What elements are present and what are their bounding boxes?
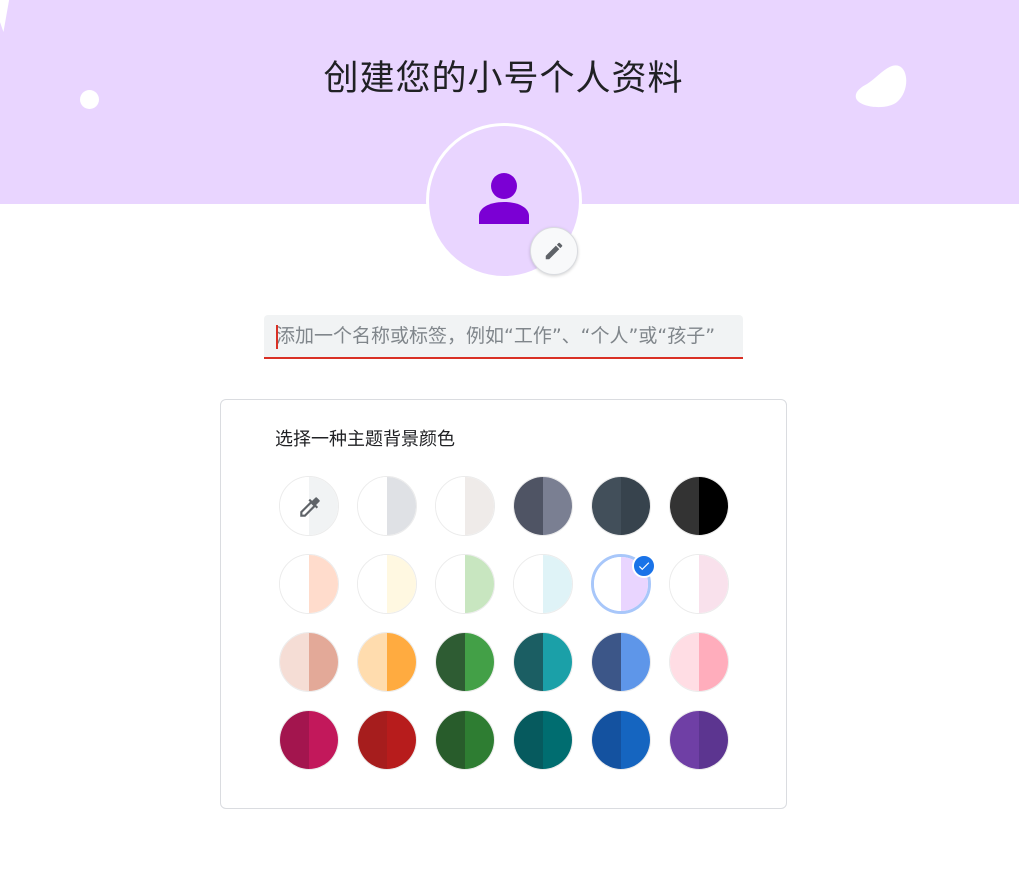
theme-swatch[interactable] [357,632,417,692]
theme-swatch[interactable] [513,632,573,692]
theme-swatch[interactable] [591,632,651,692]
theme-swatch[interactable] [591,476,651,536]
theme-swatch[interactable] [669,476,729,536]
decorative-corner-shape [0,0,13,33]
page-title: 创建您的小号个人资料 [323,59,684,99]
edit-avatar-button[interactable] [530,227,578,275]
theme-swatch[interactable] [591,710,651,770]
theme-swatch[interactable] [357,476,417,536]
theme-swatch[interactable] [513,710,573,770]
theme-swatch[interactable] [669,710,729,770]
profile-name-field[interactable] [264,315,743,359]
theme-swatch[interactable] [279,710,339,770]
theme-heading: 选择一种主题背景颜色 [275,429,455,450]
theme-swatch[interactable] [669,554,729,614]
theme-swatch[interactable] [435,710,495,770]
custom-color-picker-button[interactable] [279,476,339,536]
theme-swatch[interactable] [513,554,573,614]
theme-swatch[interactable] [435,476,495,536]
theme-swatch[interactable] [279,554,339,614]
eyedropper-icon [300,497,320,517]
theme-swatch[interactable] [279,632,339,692]
theme-swatch[interactable] [513,476,573,536]
theme-swatch[interactable] [669,632,729,692]
theme-swatch[interactable] [357,554,417,614]
theme-swatch[interactable] [435,632,495,692]
theme-swatch[interactable] [435,554,495,614]
pencil-icon [545,242,563,260]
text-caret [276,325,278,349]
theme-swatch[interactable] [357,710,417,770]
profile-name-input[interactable] [264,315,743,357]
person-icon [479,173,529,224]
selected-check-icon [632,554,656,578]
